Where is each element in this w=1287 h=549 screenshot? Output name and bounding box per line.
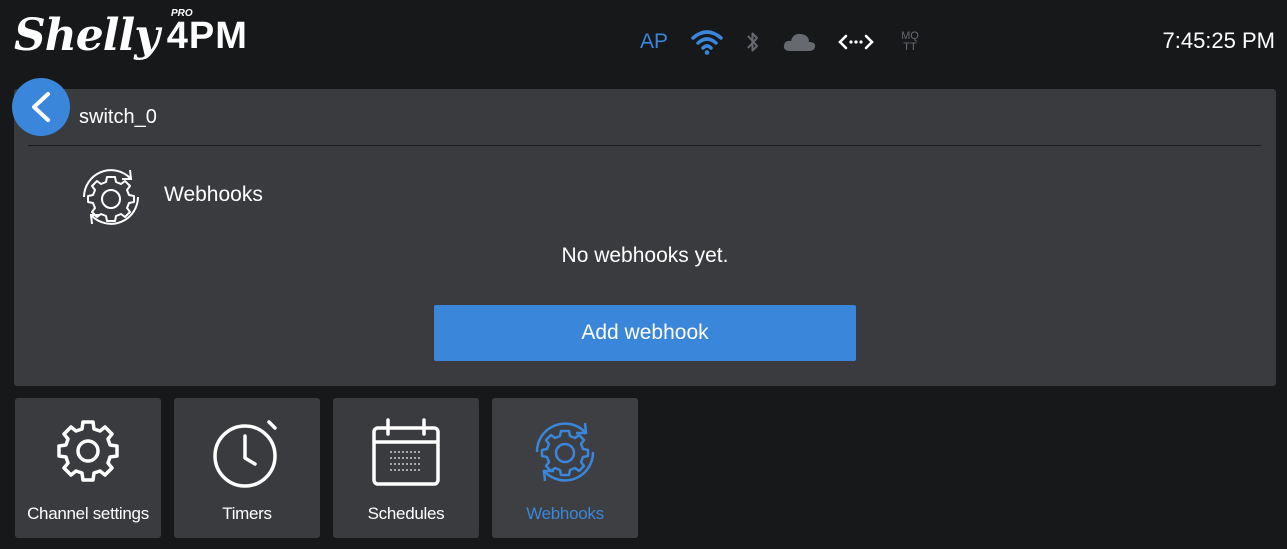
tab-schedules[interactable]: Schedules (333, 398, 479, 538)
stopwatch-icon (213, 420, 277, 488)
channel-name: switch_0 (79, 106, 157, 128)
add-webhook-button[interactable]: Add webhook (434, 305, 856, 361)
tab-label: Webhooks (526, 504, 604, 523)
webhooks-gear-icon (74, 160, 148, 234)
ap-status: AP (640, 30, 669, 53)
bluetooth-icon (744, 29, 762, 55)
calendar-icon (372, 418, 440, 486)
section-title: Webhooks (164, 183, 263, 206)
back-button[interactable] (12, 78, 70, 136)
shelly-logo: Shelly 4PM (14, 6, 248, 66)
chevron-left-icon (32, 92, 50, 122)
tab-channel-settings[interactable]: Channel settings (15, 398, 161, 538)
mqtt-status: MQ TT (898, 31, 922, 53)
top-bar: Shelly 4PM PRO AP MQ TT 7:45:25 PM (0, 0, 1287, 84)
webhooks-gear-icon (535, 422, 595, 482)
logo-brand: Shelly (14, 10, 160, 61)
tab-timers[interactable]: Timers (174, 398, 320, 538)
cloud-icon (782, 30, 818, 54)
mqtt-line-2: TT (903, 41, 917, 53)
status-icons: AP MQ TT (640, 22, 922, 62)
connection-arrows-icon (838, 32, 874, 52)
clock: 7:45:25 PM (1162, 28, 1275, 53)
gear-icon (57, 420, 119, 482)
divider (28, 145, 1261, 146)
tab-webhooks[interactable]: Webhooks (492, 398, 638, 538)
empty-state-message: No webhooks yet. (561, 244, 729, 267)
tab-label: Schedules (367, 504, 445, 523)
wifi-icon (690, 28, 724, 56)
tab-label: Channel settings (27, 504, 149, 523)
tab-label: Timers (222, 504, 272, 523)
logo-pro-badge: PRO (171, 8, 193, 19)
